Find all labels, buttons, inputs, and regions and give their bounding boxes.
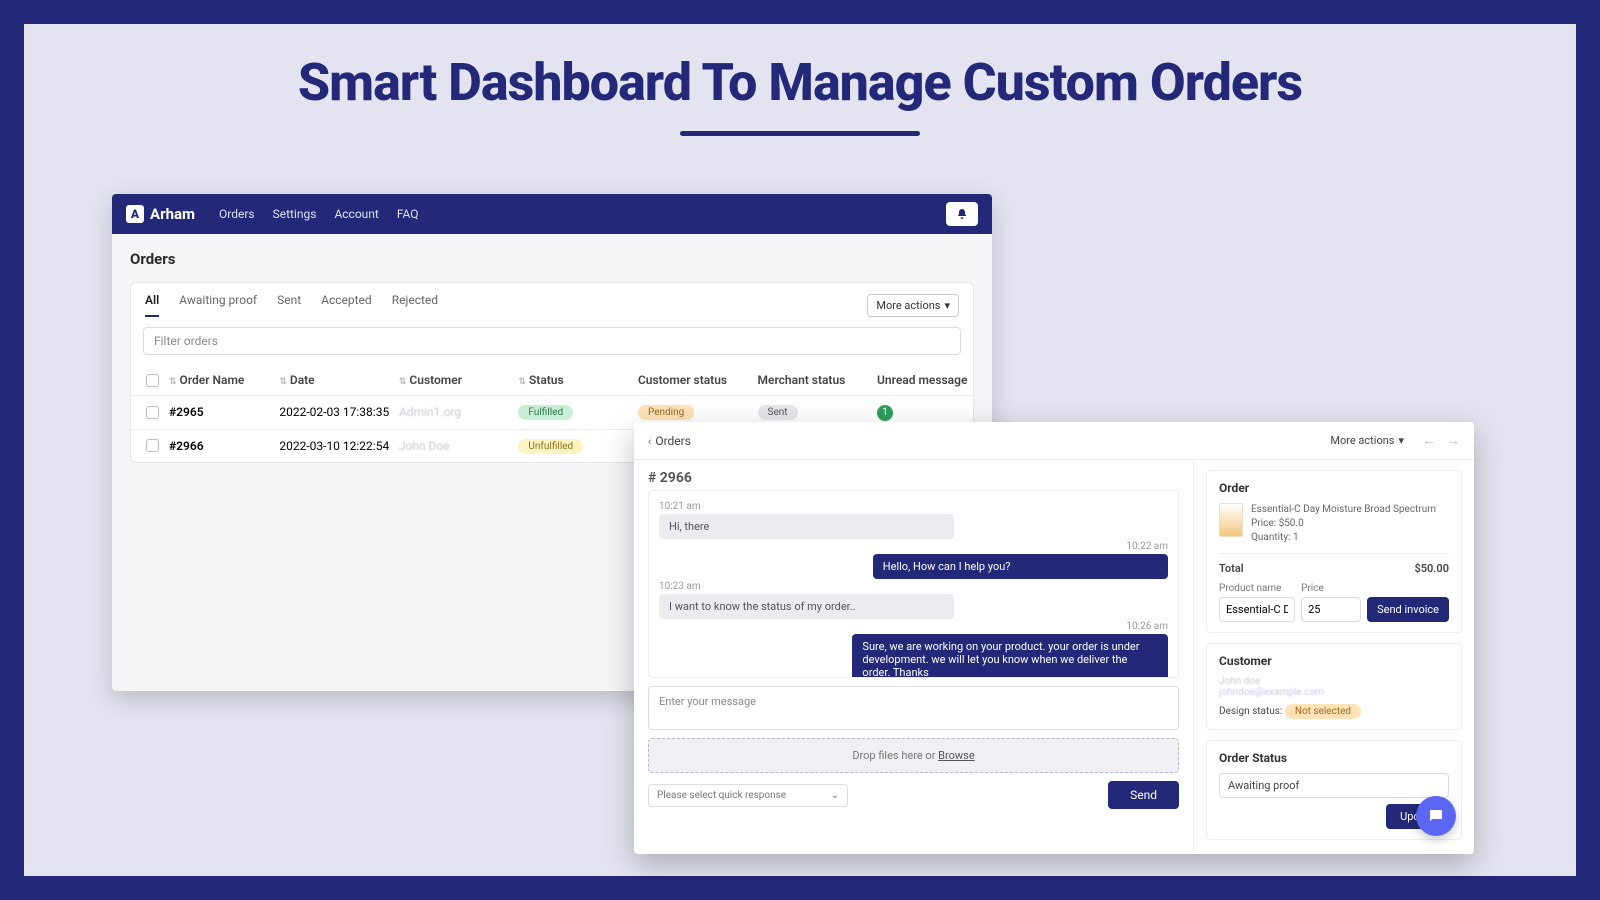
brand-name: Arham <box>150 205 195 223</box>
design-status-label: Design status: <box>1219 706 1282 717</box>
order-status-title: Order Status <box>1219 751 1449 765</box>
send-invoice-button[interactable]: Send invoice <box>1367 597 1449 622</box>
msg-timestamp: 10:26 am <box>659 621 1168 632</box>
prev-order-arrow[interactable]: ← <box>1422 432 1436 449</box>
orders-tabs: All Awaiting proof Sent Accepted Rejecte… <box>145 293 438 317</box>
total-value: $50.00 <box>1414 562 1449 575</box>
customer-card-title: Customer <box>1219 654 1449 668</box>
nav-settings[interactable]: Settings <box>273 207 317 221</box>
customer-email: johndoe@example.com <box>1219 687 1449 698</box>
file-dropzone[interactable]: Drop files here or Browse <box>648 738 1179 773</box>
order-date-cell: 2022-03-10 12:22:54 <box>279 439 399 453</box>
order-name-cell: #2965 <box>169 405 279 419</box>
order-card-title: Order <box>1219 481 1449 495</box>
app-topbar: A Arham Orders Settings Account FAQ <box>112 194 992 234</box>
nav-faq[interactable]: FAQ <box>397 207 419 221</box>
product-name-field[interactable] <box>1219 597 1295 622</box>
notifications-button[interactable] <box>946 202 978 226</box>
brand-logo[interactable]: A Arham <box>126 205 195 223</box>
bell-icon <box>956 208 968 220</box>
product-thumbnail <box>1219 503 1243 537</box>
sort-icon[interactable]: ⇅ <box>279 377 287 387</box>
status-badge: Fulfilled <box>518 405 573 420</box>
row-checkbox[interactable] <box>146 439 159 452</box>
filter-orders-input[interactable]: Filter orders <box>143 327 961 355</box>
page-title: Orders <box>130 250 974 268</box>
chat-bubble-incoming: I want to know the status of my order.. <box>659 594 954 619</box>
tab-accepted[interactable]: Accepted <box>321 293 372 317</box>
select-caret-icon: ⌄ <box>831 790 839 801</box>
status-badge: Unfulfilled <box>518 439 583 454</box>
nav-orders[interactable]: Orders <box>219 207 255 221</box>
next-order-arrow[interactable]: → <box>1446 432 1460 449</box>
table-header: ⇅Order Name ⇅Date ⇅Customer ⇅Status Cust… <box>131 365 973 395</box>
tab-awaiting-proof[interactable]: Awaiting proof <box>179 293 257 317</box>
order-status-select[interactable]: Awaiting proof <box>1219 773 1449 798</box>
sort-icon[interactable]: ⇅ <box>399 377 407 387</box>
chat-bubble-outgoing: Sure, we are working on your product. yo… <box>852 634 1168 678</box>
detail-more-actions[interactable]: More actions ▾ <box>1322 430 1412 451</box>
browse-link[interactable]: Browse <box>938 749 975 762</box>
design-status-badge: Not selected <box>1285 704 1361 719</box>
order-name-cell: #2966 <box>169 439 279 453</box>
order-customer-cell: Admin1.org <box>399 405 519 419</box>
order-customer-cell: John Doe <box>399 439 519 453</box>
total-label: Total <box>1219 562 1244 575</box>
unread-count-badge: 1 <box>877 405 893 421</box>
brand-logo-icon: A <box>126 205 144 223</box>
caret-down-icon: ▾ <box>1398 434 1404 447</box>
tab-rejected[interactable]: Rejected <box>392 293 438 317</box>
order-detail-panel: ‹Orders More actions ▾ ← → # 2966 10:21 … <box>634 422 1474 854</box>
main-nav: Orders Settings Account FAQ <box>219 207 419 221</box>
msg-timestamp: 10:23 am <box>659 581 1168 592</box>
chat-thread[interactable]: 10:21 am Hi, there 10:22 am Hello, How c… <box>648 490 1179 678</box>
tab-all[interactable]: All <box>145 293 159 317</box>
product-qty: Quantity: 1 <box>1251 531 1436 545</box>
merchant-status-badge: Sent <box>758 405 798 420</box>
quick-response-select[interactable]: Please select quick response ⌄ <box>648 784 848 807</box>
message-input[interactable]: Enter your message <box>648 686 1179 730</box>
chat-fab[interactable] <box>1416 796 1456 836</box>
product-price: Price: $50.0 <box>1251 517 1436 531</box>
select-all-checkbox[interactable] <box>146 374 159 387</box>
hero-title: Smart Dashboard To Manage Custom Orders <box>24 52 1576 113</box>
msg-timestamp: 10:21 am <box>659 501 1168 512</box>
chat-icon <box>1427 807 1445 825</box>
product-name: Essential-C Day Moisture Broad Spectrum <box>1251 503 1436 517</box>
sort-icon[interactable]: ⇅ <box>518 377 526 387</box>
msg-timestamp: 10:22 am <box>659 541 1168 552</box>
row-checkbox[interactable] <box>146 406 159 419</box>
detail-order-name: # 2966 <box>648 470 1179 486</box>
chat-bubble-outgoing: Hello, How can I help you? <box>873 554 1168 579</box>
more-actions-button[interactable]: More actions ▾ <box>867 294 959 317</box>
order-date-cell: 2022-02-03 17:38:35 <box>279 405 399 419</box>
customer-name: John doe <box>1219 676 1449 687</box>
price-field[interactable] <box>1301 597 1361 622</box>
product-name-field-label: Product name <box>1219 583 1295 594</box>
nav-account[interactable]: Account <box>334 207 378 221</box>
customer-status-badge: Pending <box>638 405 694 420</box>
order-summary-card: Order Essential-C Day Moisture Broad Spe… <box>1206 470 1462 633</box>
tab-sent[interactable]: Sent <box>277 293 301 317</box>
hero-underline <box>680 131 920 136</box>
chevron-left-icon: ‹ <box>648 435 651 448</box>
sort-icon[interactable]: ⇅ <box>169 377 177 387</box>
more-actions-label: More actions <box>876 299 940 312</box>
back-to-orders[interactable]: ‹Orders <box>648 434 691 448</box>
send-button[interactable]: Send <box>1108 781 1179 809</box>
caret-down-icon: ▾ <box>944 299 950 312</box>
customer-card: Customer John doe johndoe@example.com De… <box>1206 643 1462 730</box>
chat-bubble-incoming: Hi, there <box>659 514 954 539</box>
price-field-label: Price <box>1301 583 1361 594</box>
